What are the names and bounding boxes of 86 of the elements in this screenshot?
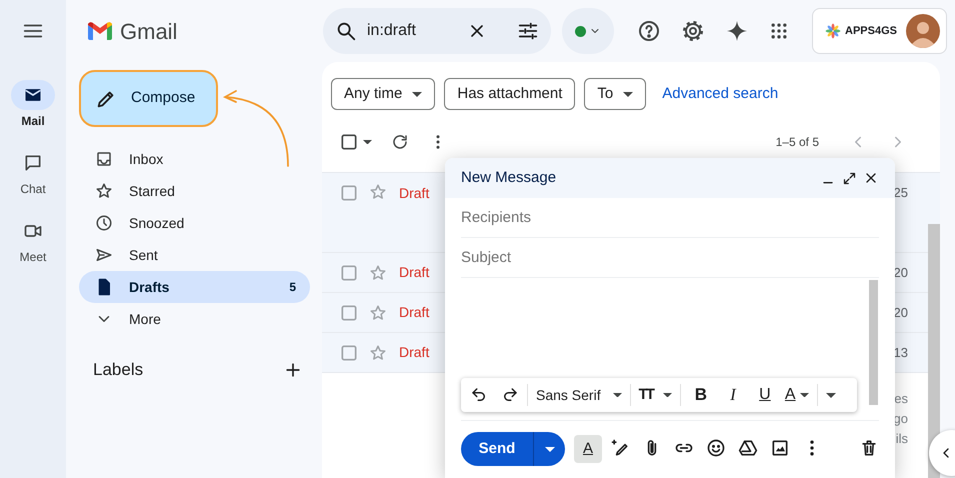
formatting-options-button[interactable]: A <box>574 435 602 463</box>
font-dropdown[interactable]: Sans Serif <box>536 384 622 406</box>
star-icon[interactable] <box>369 344 387 362</box>
filter-sliders-icon[interactable] <box>517 20 539 42</box>
folder-item[interactable]: Starred <box>79 175 310 207</box>
compose-button[interactable]: Compose <box>79 70 218 127</box>
folder-item[interactable]: More <box>79 303 310 335</box>
apps-grid-icon[interactable] <box>769 21 789 41</box>
search-query-field[interactable]: in:draft <box>367 19 457 43</box>
checkbox-icon[interactable] <box>339 342 359 362</box>
caret-icon <box>412 92 422 96</box>
status-button[interactable] <box>562 8 614 54</box>
draft-label: Draft <box>399 263 430 282</box>
filter-chip[interactable]: Any time <box>331 78 436 110</box>
subject-field[interactable]: Subject <box>461 238 879 278</box>
redo-icon[interactable] <box>501 386 519 404</box>
italic-button[interactable]: I <box>720 382 745 408</box>
rail-label[interactable]: Mail <box>21 112 45 130</box>
speech-bubble-icon <box>23 153 43 173</box>
draft-label: Draft <box>399 343 430 362</box>
message-date: 13 <box>894 344 908 362</box>
star-icon <box>95 182 113 200</box>
image-icon[interactable] <box>770 438 790 458</box>
more-formatting-caret-icon[interactable] <box>826 392 836 398</box>
star-icon[interactable] <box>369 264 387 282</box>
underline-button[interactable]: U <box>752 383 777 407</box>
app-name: Gmail <box>120 18 178 46</box>
caret-icon[interactable] <box>544 446 554 452</box>
brand-logo-icon <box>825 23 841 39</box>
caret-icon <box>612 392 622 398</box>
star-icon[interactable] <box>369 304 387 322</box>
folder-item[interactable]: Drafts 5 <box>79 271 310 303</box>
undo-icon[interactable] <box>470 386 488 404</box>
settings-icon[interactable] <box>681 19 705 43</box>
caret-icon[interactable] <box>363 140 372 144</box>
ai-pencil-icon[interactable] <box>610 438 630 458</box>
draft-label: Draft <box>399 184 430 203</box>
folder-count: 5 <box>289 279 296 296</box>
logo-icon <box>88 22 112 40</box>
snippet-text: ils <box>896 430 908 448</box>
labels-heading: Labels <box>93 359 144 381</box>
filter-chip[interactable]: To <box>584 78 646 110</box>
message-body-field[interactable]: Sans Serif TT B I U A <box>461 278 879 420</box>
recipients-field[interactable]: Recipients <box>461 198 879 238</box>
checkbox-icon[interactable] <box>339 262 359 282</box>
help-icon[interactable] <box>637 19 661 43</box>
filter-chip[interactable]: Has attachment <box>444 78 576 110</box>
send-icon <box>95 246 113 264</box>
rail-label[interactable]: Chat <box>20 180 46 198</box>
draft-label: Draft <box>399 303 430 322</box>
inbox-icon <box>95 150 113 168</box>
send-button[interactable]: Send <box>461 432 565 466</box>
compose-title: New Message <box>461 168 558 188</box>
body-scrollbar[interactable] <box>869 280 878 405</box>
checkbox-icon[interactable] <box>339 302 359 322</box>
message-date: 25 <box>894 184 908 202</box>
account-panel[interactable]: APPS4GS <box>812 8 947 54</box>
rail-label[interactable]: Meet <box>20 248 46 266</box>
sparkle-icon[interactable] <box>725 19 749 43</box>
folder-item[interactable]: Inbox <box>79 143 310 175</box>
caret-icon <box>623 92 634 96</box>
search-bar[interactable]: in:draft <box>323 8 551 54</box>
snippet-text: es <box>894 390 908 408</box>
star-icon[interactable] <box>369 183 387 201</box>
rail-button[interactable] <box>11 80 55 110</box>
select-all-checkbox-icon[interactable] <box>339 132 359 152</box>
checkbox-icon[interactable] <box>339 183 359 203</box>
text-color-dropdown[interactable]: A <box>784 383 809 407</box>
folder-item[interactable]: Sent <box>79 239 310 271</box>
emoji-icon[interactable] <box>706 438 726 458</box>
folder-item[interactable]: Snoozed <box>79 207 310 239</box>
brand-name: APPS4GS <box>845 24 898 39</box>
triangle-drive-icon[interactable] <box>738 438 758 458</box>
search-icon[interactable] <box>335 20 357 42</box>
avatar[interactable] <box>906 14 940 48</box>
advanced-search-link[interactable]: Advanced search <box>662 82 778 106</box>
expand-icon[interactable] <box>842 170 857 186</box>
bold-button[interactable]: B <box>688 382 713 408</box>
text-size-dropdown[interactable]: TT <box>638 384 672 406</box>
send-label-button[interactable]: Send <box>461 432 533 466</box>
clock-icon <box>95 214 113 232</box>
caret-icon <box>800 392 809 398</box>
scrollbar[interactable] <box>928 224 940 478</box>
refresh-icon[interactable] <box>391 133 409 151</box>
pagination-text: 1–5 of 5 <box>776 134 819 151</box>
caret-icon <box>662 392 672 398</box>
